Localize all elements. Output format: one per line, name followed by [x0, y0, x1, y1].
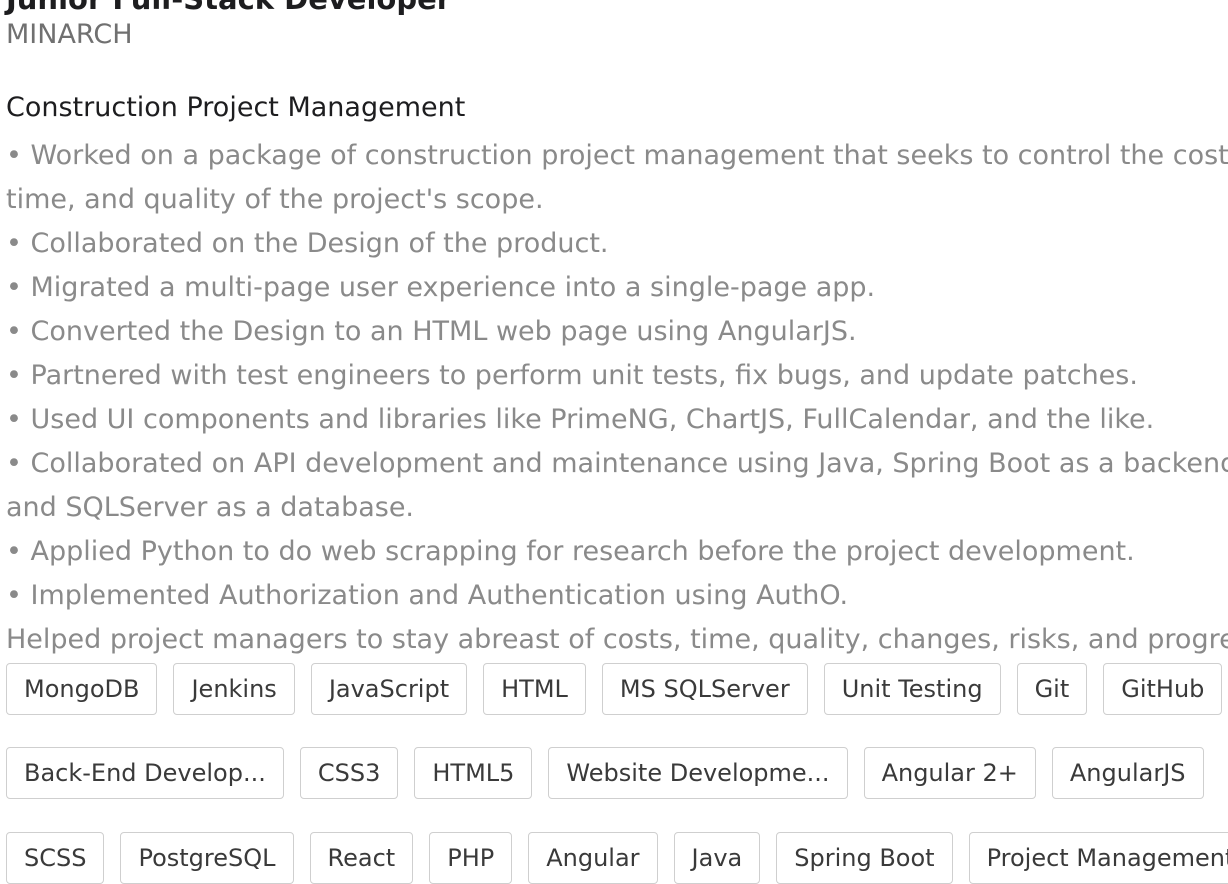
description-line: • Partnered with test engineers to perfo…	[6, 360, 1138, 391]
skill-tag[interactable]: AngularJS	[1051, 747, 1204, 799]
skill-tag[interactable]: PHP	[429, 832, 513, 884]
skill-tag[interactable]: Spring Boot	[776, 832, 953, 884]
skill-tag[interactable]: Website Developme...	[548, 747, 848, 799]
skills-row-3: SCSS PostgreSQL React PHP Angular Java S…	[6, 832, 1228, 884]
skill-tag[interactable]: SCSS	[6, 832, 105, 884]
skill-tag[interactable]: MongoDB	[6, 663, 158, 715]
description-line: • Used UI components and libraries like …	[6, 404, 1155, 435]
skill-tag[interactable]: Angular 2+	[863, 747, 1036, 799]
skill-tag[interactable]: CSS3	[299, 747, 399, 799]
description-line: • Collaborated on API development and ma…	[6, 448, 1228, 523]
skill-tag[interactable]: PostgreSQL	[120, 832, 294, 884]
skills-row-1: MongoDB Jenkins JavaScript HTML MS SQLSe…	[6, 663, 1228, 715]
project-description: • Worked on a package of construction pr…	[6, 134, 1228, 662]
skill-tag[interactable]: Angular	[528, 832, 658, 884]
job-title: Junior Full-Stack Developer	[6, 0, 451, 16]
skill-tag[interactable]: Project Management	[968, 832, 1228, 884]
skill-tag[interactable]: Java	[673, 832, 761, 884]
description-line: • Applied Python to do web scrapping for…	[6, 536, 1135, 567]
skill-tag[interactable]: Git	[1016, 663, 1088, 715]
company-name: MINARCH	[6, 19, 133, 50]
skill-tag[interactable]: Jenkins	[173, 663, 295, 715]
skill-tag[interactable]: HTML5	[414, 747, 533, 799]
skill-tag[interactable]: GitHub	[1103, 663, 1223, 715]
description-line: • Collaborated on the Design of the prod…	[6, 228, 609, 259]
description-summary: Helped project managers to stay abreast …	[6, 624, 1228, 655]
description-line: • Migrated a multi-page user experience …	[6, 272, 876, 303]
skill-tag[interactable]: JavaScript	[310, 663, 468, 715]
skill-tag[interactable]: Unit Testing	[823, 663, 1001, 715]
skill-tag[interactable]: React	[309, 832, 414, 884]
skill-tag[interactable]: Back-End Develop...	[6, 747, 284, 799]
skill-tag[interactable]: MS SQLServer	[601, 663, 808, 715]
skill-tag[interactable]: HTML	[483, 663, 586, 715]
description-line: • Implemented Authorization and Authenti…	[6, 580, 849, 611]
project-title: Construction Project Management	[6, 92, 466, 123]
description-line: • Converted the Design to an HTML web pa…	[6, 316, 857, 347]
skills-row-2: Back-End Develop... CSS3 HTML5 Website D…	[6, 747, 1228, 799]
description-line: • Worked on a package of construction pr…	[6, 140, 1228, 215]
